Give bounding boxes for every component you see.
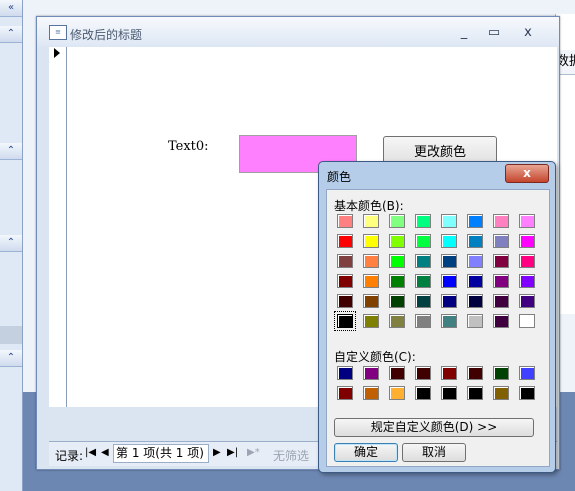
basic-color-swatch[interactable] [389,274,405,288]
basic-colors-label: 基本颜色(B): [334,199,404,213]
custom-color-swatch[interactable] [415,366,431,380]
custom-color-swatch[interactable] [441,386,457,400]
basic-color-swatch[interactable] [363,234,379,248]
basic-color-swatch[interactable] [493,234,509,248]
basic-color-swatch[interactable] [415,214,431,228]
custom-color-swatch[interactable] [493,386,509,400]
filter-status[interactable]: 无筛选 [273,447,309,464]
basic-color-swatch[interactable] [389,254,405,268]
basic-color-swatch[interactable] [467,254,483,268]
first-record-button[interactable]: |◀ [85,447,96,458]
basic-color-swatch[interactable] [363,274,379,288]
custom-color-swatch[interactable] [337,386,353,400]
basic-color-swatch[interactable] [415,254,431,268]
minimize-button[interactable]: _ [451,23,477,43]
basic-color-swatch[interactable] [441,214,457,228]
nav-section-toggle-2[interactable]: ⌃ [0,143,22,160]
basic-color-swatch[interactable] [337,254,353,268]
custom-color-swatch[interactable] [415,386,431,400]
text0-label: Text0: [168,139,209,154]
cancel-button[interactable]: 取消 [402,443,466,462]
custom-color-swatch[interactable] [363,366,379,380]
basic-color-swatch[interactable] [519,314,535,328]
basic-color-swatch[interactable] [441,234,457,248]
prev-record-button[interactable]: ◀ [101,447,109,458]
basic-color-swatch[interactable] [493,314,509,328]
custom-colors-grid [337,366,543,406]
basic-color-swatch[interactable] [334,311,356,331]
form-title: 修改后的标题 [70,28,143,42]
basic-color-swatch[interactable] [415,274,431,288]
nav-section-toggle-1[interactable]: ⌃ [0,26,22,43]
basic-colors-grid [334,214,543,334]
nav-selected-item[interactable] [0,326,22,344]
basic-color-swatch[interactable] [337,274,353,288]
last-record-button[interactable]: ▶| [227,447,238,458]
basic-color-swatch[interactable] [467,234,483,248]
nav-section-toggle-3[interactable]: ⌃ [0,235,22,252]
basic-color-swatch[interactable] [519,254,535,268]
custom-color-swatch[interactable] [467,366,483,380]
ok-button[interactable]: 确定 [334,443,398,462]
color-dialog: 颜色 x 基本颜色(B): 自定义颜色(C): 规定自定义颜色(D) >> 确定… [318,161,556,473]
color-dialog-body: 基本颜色(B): 自定义颜色(C): 规定自定义颜色(D) >> 确定 取消 [326,189,550,467]
form-icon: ≡ [49,25,67,40]
navigation-pane: « ⌃ ⌃ ⌃ ⌃ [0,0,23,491]
define-custom-colors-button[interactable]: 规定自定义颜色(D) >> [334,418,534,437]
basic-color-swatch[interactable] [493,254,509,268]
basic-color-swatch[interactable] [363,314,379,328]
basic-color-swatch[interactable] [493,274,509,288]
basic-color-swatch[interactable] [363,254,379,268]
next-record-button[interactable]: ▶ [213,447,221,458]
basic-color-swatch[interactable] [337,214,353,228]
form-title-bar[interactable]: ≡ 修改后的标题 _ ▭ x [37,17,559,47]
basic-color-swatch[interactable] [519,294,535,308]
custom-colors-label: 自定义颜色(C): [334,350,416,364]
nav-section-toggle-4[interactable]: ⌃ [0,350,22,367]
custom-color-swatch[interactable] [363,386,379,400]
record-position-field[interactable]: 第 1 项(共 1 项) [113,444,209,463]
basic-color-swatch[interactable] [363,214,379,228]
custom-color-swatch[interactable] [493,366,509,380]
custom-color-swatch[interactable] [337,366,353,380]
basic-color-swatch[interactable] [519,214,535,228]
custom-color-swatch[interactable] [519,386,535,400]
custom-color-swatch[interactable] [519,366,535,380]
basic-color-swatch[interactable] [441,274,457,288]
basic-color-swatch[interactable] [467,214,483,228]
collapse-nav-button[interactable]: « [0,0,22,17]
dialog-close-button[interactable]: x [505,164,549,183]
basic-color-swatch[interactable] [441,314,457,328]
close-button[interactable]: x [515,23,541,43]
basic-color-swatch[interactable] [415,294,431,308]
current-record-arrow-icon [54,48,60,58]
basic-color-swatch[interactable] [467,294,483,308]
basic-color-swatch[interactable] [493,294,509,308]
custom-color-swatch[interactable] [467,386,483,400]
new-record-button[interactable]: ▶* [247,447,260,458]
basic-color-swatch[interactable] [389,294,405,308]
record-nav-label: 记录: [55,449,84,463]
basic-color-swatch[interactable] [519,274,535,288]
basic-color-swatch[interactable] [493,214,509,228]
basic-color-swatch[interactable] [441,294,457,308]
basic-color-swatch[interactable] [389,234,405,248]
custom-color-swatch[interactable] [441,366,457,380]
basic-color-swatch[interactable] [467,274,483,288]
basic-color-swatch[interactable] [337,294,353,308]
basic-color-swatch[interactable] [363,294,379,308]
basic-color-swatch[interactable] [467,314,483,328]
basic-color-swatch[interactable] [519,234,535,248]
custom-color-swatch[interactable] [389,386,405,400]
basic-color-swatch[interactable] [415,234,431,248]
basic-color-swatch[interactable] [337,234,353,248]
custom-color-swatch[interactable] [389,366,405,380]
color-dialog-title: 颜色 [327,170,352,184]
maximize-button[interactable]: ▭ [481,23,507,43]
basic-color-swatch[interactable] [415,314,431,328]
record-selector[interactable] [49,47,67,407]
basic-color-swatch[interactable] [389,314,405,328]
basic-color-swatch[interactable] [389,214,405,228]
basic-color-swatch[interactable] [441,254,457,268]
